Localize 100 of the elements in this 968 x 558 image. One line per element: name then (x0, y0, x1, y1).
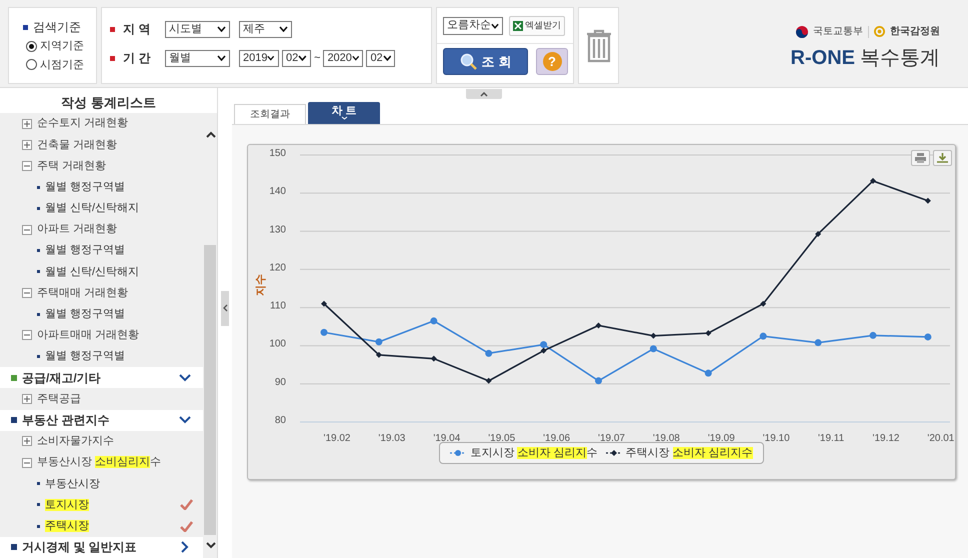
axis-tick-label: '19.07 (598, 433, 625, 442)
radio-option[interactable]: 시점기준 (26, 56, 96, 73)
bullet-icon (37, 186, 40, 189)
product-name: 복수통계 (860, 46, 940, 71)
bullet-icon (37, 270, 40, 274)
axis-tick-label: 90 (274, 376, 286, 388)
dropdown[interactable]: 2019 (239, 50, 279, 66)
data-point (705, 330, 712, 336)
dropdown[interactable]: 오름차순 (443, 16, 503, 34)
data-point (650, 345, 657, 352)
tree-item[interactable]: 주택시장 (0, 516, 203, 537)
data-point (596, 322, 602, 328)
axis-tick-label: '19.05 (488, 433, 516, 442)
data-point (430, 317, 438, 324)
legend-label[interactable]: 주택시장 소비자 심리지수 (626, 444, 753, 462)
data-point (814, 339, 822, 346)
bullet-icon (110, 56, 115, 60)
scroll-thumb[interactable] (204, 245, 216, 535)
dropdown[interactable]: 02 (366, 50, 396, 66)
search-button[interactable]: 조 회 (443, 48, 528, 75)
bullet-icon (37, 206, 40, 210)
data-point (430, 356, 437, 362)
dropdown[interactable]: 02 (282, 50, 311, 66)
tree-group[interactable]: 주택매매 거래현황 (0, 282, 203, 304)
tree-item[interactable]: 월별 행정구역별 (0, 304, 203, 325)
agency-logo-icon (874, 26, 885, 37)
tree-item[interactable]: 부동산시장 (0, 473, 203, 494)
section-header[interactable]: 거시경제 및 일반지표 (0, 536, 203, 558)
tree-group[interactable]: 주택공급 (0, 388, 203, 410)
dropdown[interactable]: 제주 (239, 20, 292, 38)
axis-tick-label: '19.06 (543, 433, 570, 442)
bullet-icon (37, 482, 40, 486)
legend-marker-icon (606, 449, 622, 457)
axis-tick-label: 130 (269, 224, 286, 236)
tree-group[interactable]: 소비자물가지수 (0, 430, 203, 452)
dropdown[interactable]: 시도별 (165, 20, 230, 38)
dropdown[interactable]: 2020 (323, 50, 364, 66)
tree-item[interactable]: 월별 행정구역별 (0, 240, 203, 262)
emblem-icon (796, 26, 808, 38)
data-point (924, 333, 932, 340)
tab[interactable]: 조회결과 (234, 104, 306, 124)
tree-group[interactable]: 주택 거래현황 (0, 155, 203, 177)
axis-tick-label: 80 (274, 415, 286, 426)
caret-icon (217, 55, 226, 61)
tree-group[interactable]: 건축물 거래현황 (0, 134, 203, 156)
axis-tick-label: '20.01 (927, 433, 954, 442)
caret-icon (340, 116, 348, 120)
caret-icon (382, 55, 392, 61)
bullet-icon (110, 26, 115, 32)
tree-group[interactable]: 아파트 거래현황 (0, 218, 203, 240)
caret-icon (267, 55, 275, 61)
axis-tick-label: 120 (269, 262, 286, 274)
data-point (320, 328, 328, 336)
search-icon (460, 52, 478, 70)
data-point (376, 352, 382, 358)
tab[interactable]: 차 트 (308, 102, 380, 124)
axis-tick-label: 110 (270, 300, 286, 312)
axis-tick-label: '19.08 (652, 433, 680, 442)
caret-icon (352, 55, 360, 61)
radio-option[interactable]: 지역기준 (26, 38, 96, 54)
agency-name: 한국감정원 (890, 25, 940, 39)
bullet-icon (37, 355, 40, 358)
tree-group[interactable]: 아파트매매 거래현황 (0, 324, 203, 346)
axis-tick-label: 150 (269, 148, 286, 159)
axis-tick-label: '19.03 (378, 433, 406, 442)
tree-item[interactable]: 월별 행정구역별 (0, 346, 203, 368)
sidebar-title: 작성 통계리스트 (60, 94, 157, 112)
tree-item[interactable]: 월별 신탁/신탁해지 (0, 198, 203, 219)
caret-icon (298, 55, 307, 61)
axis-title: 지수 (255, 274, 267, 296)
download-button[interactable] (933, 150, 952, 166)
tree-item[interactable]: 월별 행정구역별 (0, 176, 203, 198)
section-header[interactable]: 공급/재고/기타 (0, 367, 203, 388)
tree-group[interactable]: 부동산시장 소비심리지수 (0, 452, 203, 474)
chevron-down-icon[interactable] (206, 542, 216, 549)
period-label: 기 간 (123, 50, 152, 67)
spreadsheet-icon (513, 20, 523, 30)
excel-button[interactable]: 엑셀받기 (509, 16, 565, 36)
sidebar-toggle[interactable] (221, 290, 229, 326)
print-button[interactable] (911, 150, 930, 166)
data-point (321, 300, 327, 307)
data-point (870, 332, 876, 339)
section-header[interactable]: 부동산 관련지수 (0, 410, 203, 431)
caret-icon (491, 22, 499, 28)
data-point (486, 378, 492, 384)
chevron-left-icon (222, 304, 228, 312)
chevron-up-icon[interactable] (206, 131, 216, 138)
legend-label[interactable]: 토지시장 소비자 심리지수 (470, 444, 598, 462)
dropdown[interactable]: 월별 (165, 50, 230, 66)
bullet-icon (37, 312, 40, 316)
caret-icon (217, 26, 226, 32)
tree-item[interactable]: 토지시장 (0, 494, 203, 516)
bullet-icon (37, 503, 40, 506)
axis-tick-label: '19.11 (818, 433, 844, 442)
tree-item[interactable]: 월별 신탁/신탁해지 (0, 261, 203, 282)
tree-group[interactable]: 순수토지 거래현황 (0, 113, 203, 134)
trash-icon[interactable] (586, 28, 612, 62)
data-point (650, 332, 656, 339)
data-point (760, 332, 767, 340)
collapse-handle[interactable] (466, 89, 502, 99)
